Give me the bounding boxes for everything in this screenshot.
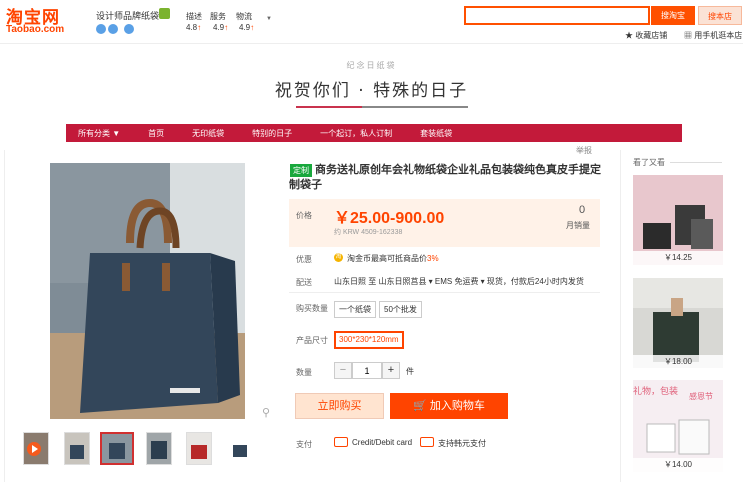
quantity-label: 数量: [296, 368, 312, 377]
rating-label-service: 服务: [210, 12, 226, 21]
report-link[interactable]: 举报: [576, 145, 592, 156]
divider: [289, 292, 600, 293]
banner-underline: [296, 106, 362, 108]
promo-text: 淘金币最高可抵商品价3%: [347, 254, 439, 263]
gallery-thumbnail[interactable]: [226, 432, 252, 465]
taobao-logo-en[interactable]: Taobao.com: [6, 24, 64, 35]
shop-name[interactable]: 设计师品牌纸袋: [96, 9, 159, 22]
gallery-thumbnail-selected[interactable]: [100, 432, 134, 465]
shop-level-icon: [96, 24, 106, 34]
star-icon: ★: [625, 31, 633, 40]
gallery-thumbnail[interactable]: [186, 432, 212, 465]
shop-level-icon: [124, 24, 134, 34]
custom-tag-badge: 定制: [290, 164, 312, 177]
monthly-sales-count: 0: [578, 204, 586, 216]
related-product-ad-text: 感恩节: [689, 392, 713, 401]
banner-title: 祝贺你们 · 特殊的日子: [274, 81, 469, 101]
related-product-price: ￥18.00: [633, 355, 723, 369]
size-label: 产品尺寸: [296, 336, 328, 345]
also-viewed-label: 看了又看: [633, 158, 665, 167]
rating-value-description: 4.8↑: [186, 23, 202, 32]
quantity-decrease-button[interactable]: −: [334, 362, 352, 379]
shop-level-icon: [108, 24, 118, 34]
content-border: [620, 150, 621, 482]
buy-now-button[interactable]: 立即购买: [295, 393, 384, 419]
product-main-image[interactable]: [50, 163, 245, 419]
nav-custom-order[interactable]: 一个起订，私人订制: [320, 128, 392, 139]
gallery-thumbnail[interactable]: [64, 432, 90, 465]
nav-plain-bags[interactable]: 无印纸袋: [192, 128, 224, 139]
nav-home[interactable]: 首页: [148, 128, 164, 139]
product-title: 商务送礼原创年会礼物纸袋企业礼品包装袋纯色真皮手提定制袋子: [289, 164, 601, 191]
gallery-thumbnail-video[interactable]: [23, 432, 49, 465]
credit-card-icon: [334, 437, 348, 447]
purchase-qty-label: 购买数量: [296, 304, 328, 313]
header-divider: [0, 43, 743, 44]
search-taobao-button[interactable]: 搜淘宝: [651, 6, 695, 25]
divider: [670, 162, 722, 163]
search-input[interactable]: [464, 6, 650, 25]
add-to-cart-button[interactable]: 🛒 加入购物车: [390, 393, 508, 419]
favorite-shop-link[interactable]: ★ 收藏店铺: [625, 30, 667, 41]
rating-value-service: 4.9↑: [213, 23, 229, 32]
promo-label: 优惠: [296, 255, 312, 264]
zoom-icon[interactable]: ⚲: [262, 406, 270, 419]
related-product-price: ￥14.00: [633, 458, 723, 472]
shop-nav: 所有分类 ▼ 首页 无印纸袋 特别的日子 一个起订，私人订制 套装纸袋: [66, 124, 682, 142]
chevron-down-icon[interactable]: ▼: [266, 16, 272, 22]
monthly-sales-label: 月销量: [566, 221, 590, 230]
rating-label-logistics: 物流: [236, 12, 252, 21]
rating-label-description: 描述: [186, 12, 202, 21]
option-single-bag[interactable]: 一个纸袋: [334, 301, 376, 318]
quantity-increase-button[interactable]: +: [382, 362, 400, 379]
cart-icon: 🛒: [413, 400, 427, 412]
related-product-price: ￥14.25: [633, 251, 723, 265]
mobile-shop-link[interactable]: ▦ 用手机逛本店: [684, 30, 742, 41]
quantity-unit: 件: [406, 367, 414, 376]
rating-value-logistics: 4.9↑: [239, 23, 255, 32]
qrcode-icon: ▦: [684, 31, 692, 40]
content-border: [4, 150, 5, 482]
shop-badge-icon: [159, 8, 170, 19]
size-option-selected[interactable]: 300*230*120mm: [334, 331, 404, 349]
option-bulk-50[interactable]: 50个批发: [379, 301, 422, 318]
nav-special-day[interactable]: 特别的日子: [252, 128, 292, 139]
nav-all-categories[interactable]: 所有分类 ▼: [78, 128, 120, 139]
banner-underline: [362, 106, 468, 108]
shipping-info[interactable]: 山东日照 至 山东日照莒县 ▾ EMS 免运费 ▾ 现货，付款后24小时内发货: [334, 276, 584, 287]
search-shop-button[interactable]: 搜本店: [698, 6, 742, 25]
quantity-input[interactable]: [352, 362, 382, 379]
payment-method-krw[interactable]: 支持韩元支付: [438, 438, 486, 449]
price-value: ￥25.00-900.00: [334, 210, 445, 227]
nav-bag-sets[interactable]: 套装纸袋: [420, 128, 452, 139]
taojinbi-icon: 淘: [334, 253, 343, 262]
price-label: 价格: [296, 211, 312, 220]
credit-card-icon: [420, 437, 434, 447]
banner-subtitle: 纪念日纸袋: [346, 61, 397, 70]
shipping-label: 配送: [296, 278, 312, 287]
payment-label: 支付: [296, 440, 312, 449]
payment-method-card[interactable]: Credit/Debit card: [352, 438, 412, 447]
price-krw: 约 KRW 4509-162338: [334, 229, 403, 236]
gallery-thumbnail[interactable]: [146, 432, 172, 465]
related-product-ad-text: 礼物，包装: [633, 386, 679, 396]
